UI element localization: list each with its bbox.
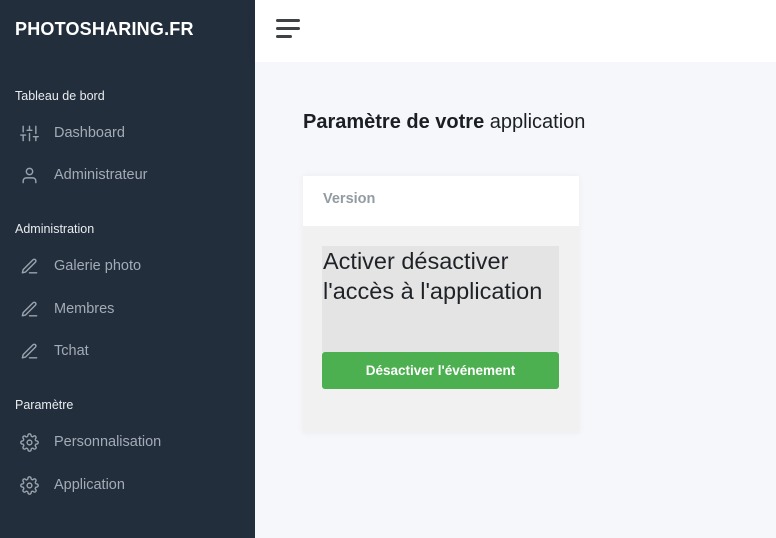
card-header: Version bbox=[303, 176, 579, 226]
sidebar-item-label: Membres bbox=[54, 301, 115, 317]
sidebar-item-label: Galerie photo bbox=[54, 258, 142, 274]
version-card: Version Activer désactiver l'accès à l'a… bbox=[303, 176, 579, 433]
section-header-parametre: Paramètre bbox=[15, 398, 74, 412]
main-content: Paramètre de votre application Version A… bbox=[255, 62, 776, 538]
card-header-label: Version bbox=[323, 191, 376, 207]
page-title-bold: Paramètre de votre bbox=[303, 111, 485, 133]
page-title-regular: application bbox=[489, 111, 586, 133]
pencil-icon bbox=[19, 299, 39, 319]
sidebar-item-administrateur[interactable]: Administrateur bbox=[0, 157, 255, 193]
page-title: Paramètre de votre application bbox=[303, 111, 585, 134]
sidebar-item-label: Personnalisation bbox=[54, 434, 162, 450]
topbar bbox=[255, 0, 776, 62]
pencil-icon bbox=[19, 256, 39, 276]
sidebar-item-tchat[interactable]: Tchat bbox=[0, 333, 255, 369]
sidebar-item-label: Application bbox=[54, 477, 125, 493]
sidebar-item-dashboard[interactable]: Dashboard bbox=[0, 115, 255, 151]
sidebar-item-label: Administrateur bbox=[54, 167, 148, 183]
sidebar-item-membres[interactable]: Membres bbox=[0, 291, 255, 327]
sidebar-item-application[interactable]: Application bbox=[0, 467, 255, 503]
brand-logo[interactable]: PHOTOSHARING.FR bbox=[15, 19, 194, 40]
sidebar-item-label: Dashboard bbox=[54, 125, 125, 141]
sidebar: PHOTOSHARING.FR Tableau de bord Dashboar… bbox=[0, 0, 255, 538]
sidebar-item-label: Tchat bbox=[54, 343, 89, 359]
section-header-administration: Administration bbox=[15, 222, 95, 236]
section-header-tableau-de-bord: Tableau de bord bbox=[15, 89, 105, 103]
pencil-icon bbox=[19, 341, 39, 361]
sidebar-item-galerie-photo[interactable]: Galerie photo bbox=[0, 248, 255, 284]
gear-icon bbox=[19, 432, 39, 452]
sidebar-item-personnalisation[interactable]: Personnalisation bbox=[0, 424, 255, 460]
toggle-description-box: Activer désactiver l'accès à l'applicati… bbox=[322, 246, 559, 352]
sliders-icon bbox=[19, 123, 39, 143]
user-icon bbox=[19, 165, 39, 185]
deactivate-event-button[interactable]: Désactiver l'événement bbox=[322, 352, 559, 389]
hamburger-menu-icon[interactable] bbox=[276, 19, 302, 41]
gear-icon bbox=[19, 475, 39, 495]
toggle-description: Activer désactiver l'accès à l'applicati… bbox=[323, 248, 543, 304]
